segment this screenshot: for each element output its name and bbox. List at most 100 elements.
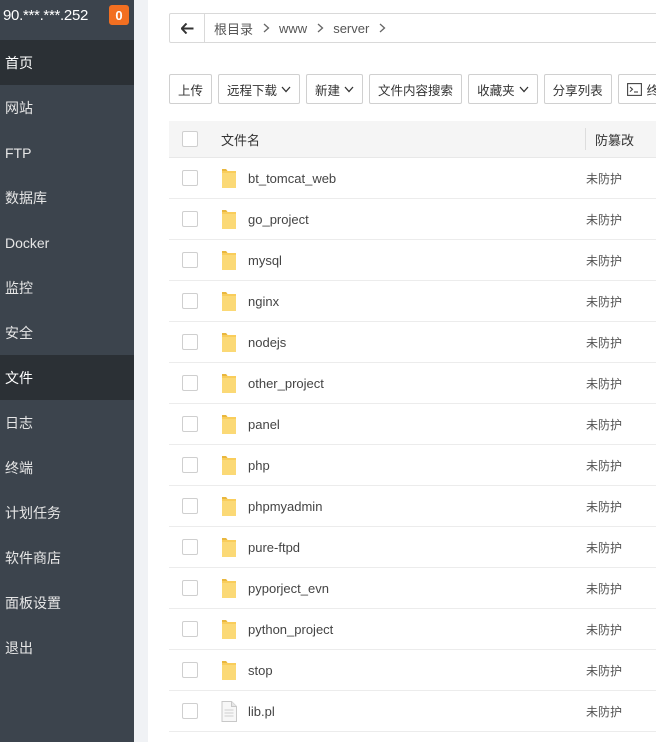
protect-status[interactable]: 未防护 bbox=[578, 580, 622, 597]
file-name[interactable]: mysql bbox=[243, 253, 578, 268]
sidebar-header: 90.***.***.252 0 bbox=[0, 0, 134, 30]
sidebar-item[interactable]: 退出 bbox=[0, 625, 134, 670]
sidebar-item[interactable]: Docker bbox=[0, 220, 134, 265]
table-row[interactable]: pure-ftpd 未防护 bbox=[169, 527, 656, 568]
table-row[interactable]: phpmyadmin 未防护 bbox=[169, 486, 656, 527]
file-name[interactable]: pure-ftpd bbox=[243, 540, 578, 555]
column-header-protect[interactable]: 防篡改 bbox=[586, 130, 634, 149]
terminal-label: 终端 bbox=[646, 83, 656, 98]
table-row[interactable]: pyporject_evn 未防护 bbox=[169, 568, 656, 609]
content-search-button[interactable]: 文件内容搜索 bbox=[369, 74, 463, 104]
row-checkbox[interactable] bbox=[182, 211, 198, 227]
file-name[interactable]: python_project bbox=[243, 622, 578, 637]
protect-status[interactable]: 未防护 bbox=[578, 703, 622, 720]
remote-download-button[interactable]: 远程下载 bbox=[218, 74, 301, 104]
row-checkbox[interactable] bbox=[182, 252, 198, 268]
protect-status[interactable]: 未防护 bbox=[578, 457, 622, 474]
file-name[interactable]: lib.pl bbox=[243, 704, 578, 719]
protect-status[interactable]: 未防护 bbox=[578, 293, 622, 310]
main-panel: 根目录 www server 上传 远程下载 新建 文件内容搜索 收藏夹 分享列表 … bbox=[148, 0, 656, 742]
file-name[interactable]: bt_tomcat_web bbox=[243, 171, 578, 186]
row-checkbox[interactable] bbox=[182, 662, 198, 678]
table-row[interactable]: panel 未防护 bbox=[169, 404, 656, 445]
upload-button[interactable]: 上传 bbox=[169, 74, 213, 104]
sidebar-item[interactable]: 日志 bbox=[0, 400, 134, 445]
protect-status[interactable]: 未防护 bbox=[578, 211, 622, 228]
terminal-button[interactable]: 终端 bbox=[617, 74, 656, 104]
protect-status[interactable]: 未防护 bbox=[578, 621, 622, 638]
protect-status[interactable]: 未防护 bbox=[578, 539, 622, 556]
row-checkbox[interactable] bbox=[182, 457, 198, 473]
protect-status[interactable]: 未防护 bbox=[578, 252, 622, 269]
table-row[interactable]: go_project 未防护 bbox=[169, 199, 656, 240]
sidebar-item[interactable]: 数据库 bbox=[0, 175, 134, 220]
row-checkbox[interactable] bbox=[182, 539, 198, 555]
favorites-label: 收藏夹 bbox=[477, 83, 515, 98]
terminal-icon bbox=[626, 82, 642, 96]
table-row[interactable]: nginx 未防护 bbox=[169, 281, 656, 322]
file-name[interactable]: stop bbox=[243, 663, 578, 678]
sidebar-item[interactable]: 计划任务 bbox=[0, 490, 134, 535]
table-row[interactable]: lib.pl 未防护 bbox=[169, 691, 656, 732]
message-badge[interactable]: 0 bbox=[109, 5, 129, 25]
table-row[interactable]: python_project 未防护 bbox=[169, 609, 656, 650]
table-row[interactable]: stop 未防护 bbox=[169, 650, 656, 691]
sidebar-item[interactable]: 安全 bbox=[0, 310, 134, 355]
share-list-button[interactable]: 分享列表 bbox=[543, 74, 612, 104]
protect-status[interactable]: 未防护 bbox=[578, 498, 622, 515]
file-name[interactable]: pyporject_evn bbox=[243, 581, 578, 596]
table-row[interactable]: nodejs 未防护 bbox=[169, 322, 656, 363]
table-row[interactable]: other_project 未防护 bbox=[169, 363, 656, 404]
row-checkbox[interactable] bbox=[182, 703, 198, 719]
protect-status[interactable]: 未防护 bbox=[578, 170, 622, 187]
sidebar-item[interactable]: 软件商店 bbox=[0, 535, 134, 580]
file-name[interactable]: php bbox=[243, 458, 578, 473]
protect-status[interactable]: 未防护 bbox=[578, 416, 622, 433]
folder-icon bbox=[221, 209, 243, 230]
folder-icon bbox=[221, 291, 243, 312]
protect-status[interactable]: 未防护 bbox=[578, 375, 622, 392]
breadcrumb-label: server bbox=[333, 20, 370, 36]
row-checkbox[interactable] bbox=[182, 416, 198, 432]
file-name[interactable]: nodejs bbox=[243, 335, 578, 350]
sidebar-item[interactable]: FTP bbox=[0, 130, 134, 175]
file-name[interactable]: other_project bbox=[243, 376, 578, 391]
chevron-right-icon bbox=[379, 21, 386, 36]
row-checkbox[interactable] bbox=[182, 170, 198, 186]
table-row[interactable]: mysql 未防护 bbox=[169, 240, 656, 281]
protect-status[interactable]: 未防护 bbox=[578, 662, 622, 679]
sidebar-item[interactable]: 监控 bbox=[0, 265, 134, 310]
row-checkbox[interactable] bbox=[182, 375, 198, 391]
sidebar-item[interactable]: 首页 bbox=[0, 40, 134, 85]
breadcrumb-item[interactable]: 根目录 bbox=[214, 19, 270, 38]
sidebar-item[interactable]: 终端 bbox=[0, 445, 134, 490]
row-checkbox[interactable] bbox=[182, 334, 198, 350]
folder-icon bbox=[221, 619, 243, 640]
folder-icon bbox=[221, 578, 243, 599]
sidebar-item[interactable]: 网站 bbox=[0, 85, 134, 130]
back-button[interactable] bbox=[170, 14, 205, 42]
breadcrumb-item[interactable]: www bbox=[279, 21, 324, 36]
new-button[interactable]: 新建 bbox=[306, 74, 364, 104]
sidebar-item[interactable]: 文件 bbox=[0, 355, 134, 400]
favorites-button[interactable]: 收藏夹 bbox=[468, 74, 538, 104]
file-name[interactable]: nginx bbox=[243, 294, 578, 309]
sidebar-item[interactable]: 面板设置 bbox=[0, 580, 134, 625]
breadcrumb-label: www bbox=[279, 20, 308, 36]
file-name[interactable]: go_project bbox=[243, 212, 578, 227]
row-checkbox[interactable] bbox=[182, 580, 198, 596]
breadcrumb: 根目录 www server bbox=[169, 13, 656, 43]
protect-status[interactable]: 未防护 bbox=[578, 334, 622, 351]
table-row[interactable]: bt_tomcat_web 未防护 bbox=[169, 158, 656, 199]
row-checkbox[interactable] bbox=[182, 293, 198, 309]
upload-label: 上传 bbox=[178, 83, 204, 98]
file-name[interactable]: phpmyadmin bbox=[243, 499, 578, 514]
folder-icon bbox=[221, 168, 243, 189]
breadcrumb-item[interactable]: server bbox=[333, 21, 386, 36]
row-checkbox[interactable] bbox=[182, 498, 198, 514]
row-checkbox[interactable] bbox=[182, 621, 198, 637]
file-name[interactable]: panel bbox=[243, 417, 578, 432]
table-row[interactable]: php 未防护 bbox=[169, 445, 656, 486]
column-header-name[interactable]: 文件名 bbox=[211, 130, 585, 149]
select-all-checkbox[interactable] bbox=[182, 131, 198, 147]
